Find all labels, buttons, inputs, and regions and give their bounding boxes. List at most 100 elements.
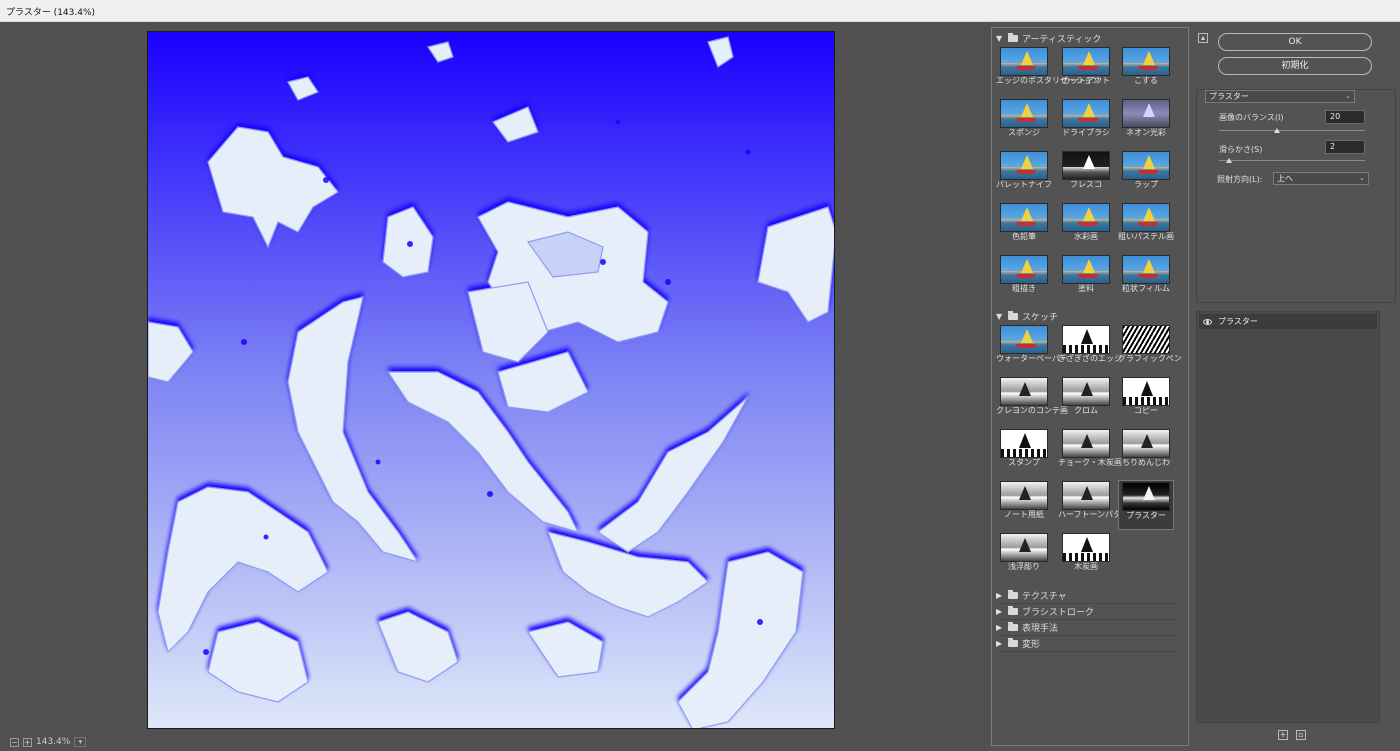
chevron-down-icon: ⌄: [1359, 174, 1365, 182]
filter-preview-image: [1122, 151, 1170, 180]
category-header[interactable]: ▼ スケッチ: [996, 310, 1058, 323]
reset-button[interactable]: 初期化: [1218, 57, 1372, 75]
filter-thumbnail[interactable]: ハーフトーンパターン: [1058, 480, 1137, 530]
balance-slider[interactable]: [1219, 130, 1365, 131]
expand-triangle-icon: ▼: [996, 34, 1003, 43]
filter-thumbnail[interactable]: エッジのポスタリゼーション: [996, 46, 1100, 96]
filter-label: グラフィックペン: [1118, 354, 1182, 363]
category-header[interactable]: ▼ アーティスティック: [996, 32, 1101, 45]
filter-label: ノート用紙: [1004, 510, 1044, 519]
collapsed-triangle-icon: ▶: [996, 639, 1003, 648]
category-name: テクスチャ: [1022, 592, 1067, 602]
category-name: 変形: [1022, 640, 1041, 650]
filter-preview-image: [1000, 325, 1048, 354]
filter-thumbnail[interactable]: 木炭画: [1058, 532, 1114, 582]
category-header[interactable]: ▶ 変形: [996, 636, 1176, 652]
filter-label: ラップ: [1134, 180, 1158, 189]
preview-area[interactable]: − + 143.4% ▾: [0, 23, 990, 751]
filter-preview-image: [1062, 533, 1110, 562]
filter-thumbnail[interactable]: コピー: [1118, 376, 1174, 426]
filter-thumbnail[interactable]: スタンプ: [996, 428, 1052, 478]
category-name: ブラシストローク: [1022, 608, 1094, 618]
filter-thumbnail[interactable]: ノート用紙: [996, 480, 1052, 530]
filter-label: 粗いパステル画: [1118, 232, 1174, 241]
filter-preview-image: [1062, 325, 1110, 354]
filter-thumbnail[interactable]: 水彩画: [1058, 202, 1114, 252]
filter-thumbnail[interactable]: グラフィックペン: [1118, 324, 1182, 374]
filter-label: フレスコ: [1070, 180, 1102, 189]
filter-label: 粗描き: [1012, 284, 1036, 293]
category-header[interactable]: ▶ ブラシストローク: [996, 604, 1176, 620]
filter-thumbnail[interactable]: 粗いパステル画: [1118, 202, 1174, 252]
filter-thumbnail[interactable]: クレヨンのコンテ画: [996, 376, 1068, 426]
filter-thumbnail[interactable]: フレスコ: [1058, 150, 1114, 200]
category-header[interactable]: ▶ 表現手法: [996, 620, 1176, 636]
filter-preview-image: [1000, 377, 1048, 406]
filter-thumbnail[interactable]: 粒状フィルム: [1118, 254, 1174, 304]
folder-icon: [1008, 590, 1018, 599]
filter-thumbnail[interactable]: チョーク・木炭画: [1058, 428, 1122, 478]
filter-thumbnail[interactable]: プラスター: [1118, 480, 1174, 530]
filter-thumbnail[interactable]: カットアウト: [1058, 46, 1114, 96]
zoom-bar: − + 143.4% ▾: [10, 737, 87, 747]
filter-preview-image: [1122, 99, 1170, 128]
collapse-gallery-icon[interactable]: ▴: [1198, 33, 1208, 43]
light-direction-select[interactable]: 上へ ⌄: [1273, 172, 1369, 185]
filter-select[interactable]: プラスター ⌄: [1205, 90, 1355, 103]
filter-thumbnail[interactable]: ちりめんじわ: [1118, 428, 1174, 478]
expand-triangle-icon: ▼: [996, 312, 1003, 321]
visibility-eye-icon[interactable]: [1203, 318, 1212, 325]
smoothness-slider[interactable]: [1219, 160, 1365, 161]
filter-preview-image: [1062, 99, 1110, 128]
collapsed-triangle-icon: ▶: [996, 607, 1003, 616]
filter-label: 粒状フィルム: [1122, 284, 1170, 293]
filter-thumbnail[interactable]: ウォーターペーパー: [996, 324, 1068, 374]
filter-preview-image: [1062, 203, 1110, 232]
smoothness-label: 滑らかさ(S): [1219, 145, 1263, 154]
filter-preview-image: [1122, 377, 1170, 406]
filter-thumbnail[interactable]: こする: [1118, 46, 1174, 96]
preview-image[interactable]: [147, 31, 835, 729]
light-direction-value: 上へ: [1277, 174, 1293, 183]
filter-preview-image: [1122, 482, 1170, 511]
filter-thumbnail[interactable]: ラップ: [1118, 150, 1174, 200]
zoom-out-button[interactable]: −: [10, 737, 19, 747]
filter-thumbnail[interactable]: スポンジ: [996, 98, 1052, 148]
filter-gallery[interactable]: ▼ アーティスティックエッジのポスタリゼーション カットアウト こするスポンジ ドライブ…: [991, 27, 1189, 746]
filter-thumbnail[interactable]: 粗描き: [996, 254, 1052, 304]
balance-slider-handle[interactable]: [1274, 128, 1281, 133]
filter-label: ハーフトーンパターン: [1058, 510, 1137, 519]
filter-thumbnail[interactable]: クロム: [1058, 376, 1114, 426]
filter-label: スポンジ: [1008, 128, 1040, 137]
effect-layer-row[interactable]: プラスター: [1199, 314, 1377, 329]
filter-preview-image: [1000, 99, 1048, 128]
filter-preview-image: [1122, 47, 1170, 76]
smoothness-slider-handle[interactable]: [1226, 158, 1233, 163]
filter-thumbnail[interactable]: 浅浮彫り: [996, 532, 1052, 582]
filter-thumbnail[interactable]: パレットナイフ: [996, 150, 1052, 200]
balance-label: 画像のバランス(I): [1219, 113, 1284, 122]
delete-effect-layer-icon[interactable]: ▫: [1296, 730, 1306, 740]
smoothness-input[interactable]: 2: [1325, 140, 1365, 154]
filter-thumbnail[interactable]: 塗料: [1058, 254, 1114, 304]
filter-preview-image: [1000, 255, 1048, 284]
filter-label: 浅浮彫り: [1008, 562, 1040, 571]
category-name: アーティスティック: [1022, 35, 1102, 45]
folder-icon: [1008, 622, 1018, 631]
category-name: スケッチ: [1022, 313, 1059, 323]
filter-thumbnail[interactable]: 色鉛筆: [996, 202, 1052, 252]
balance-input[interactable]: 20: [1325, 110, 1365, 124]
zoom-in-button[interactable]: +: [23, 737, 32, 747]
ok-button[interactable]: OK: [1218, 33, 1372, 51]
filter-label: クロム: [1074, 406, 1098, 415]
filter-label: クレヨンのコンテ画: [996, 406, 1068, 415]
window-titlebar: プラスター (143.4%): [0, 0, 1400, 22]
filter-thumbnail[interactable]: ぎざぎざのエッジ: [1058, 324, 1122, 374]
category-header[interactable]: ▶ テクスチャ: [996, 588, 1176, 604]
filter-label: プラスター: [1126, 511, 1166, 520]
filter-thumbnail[interactable]: ドライブラシ: [1058, 98, 1114, 148]
filter-label: エッジのポスタリゼーション: [996, 76, 1100, 85]
zoom-dropdown-chevron-icon[interactable]: ▾: [74, 737, 87, 747]
new-effect-layer-icon[interactable]: +: [1278, 730, 1288, 740]
filter-thumbnail[interactable]: ネオン光彩: [1118, 98, 1174, 148]
